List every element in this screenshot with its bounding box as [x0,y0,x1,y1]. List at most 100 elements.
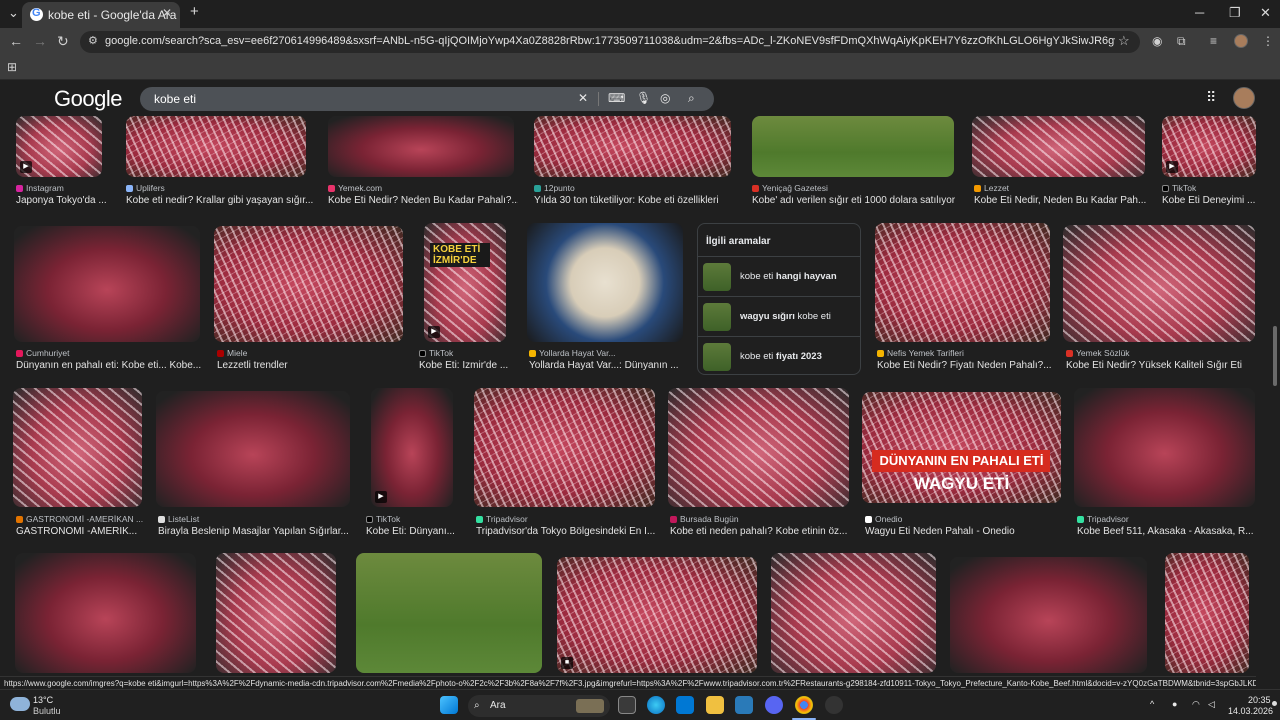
result-caption[interactable]: Yılda 30 ton tüketiliyor: Kobe eti özell… [534,195,734,206]
image-result[interactable] [771,553,936,673]
scrollbar-thumb[interactable] [1273,326,1277,386]
task-view-icon[interactable] [618,696,636,714]
search-box[interactable]: kobe eti ✕ ⌨ 🎙 ◎ ⌕ [140,87,714,111]
image-result[interactable] [156,391,350,507]
result-source[interactable]: Uplifers [126,183,165,193]
extension-icon[interactable]: ◉ [1152,34,1162,48]
forward-icon[interactable]: → [33,33,47,49]
result-source[interactable]: 12punto [534,183,575,193]
apps-grid-icon[interactable]: ⊞ [7,60,17,74]
clock-time[interactable]: 20:35 [1248,695,1271,705]
chevron-up-icon[interactable]: ^ [1150,699,1154,709]
result-source[interactable]: Miele [217,348,247,358]
reload-icon[interactable]: ↻ [57,33,69,50]
microphone-icon[interactable]: 🎙 [636,91,651,105]
teams-icon[interactable] [676,696,694,714]
image-result[interactable] [752,116,954,177]
result-caption[interactable]: Japonya Tokyo'da ... [16,195,116,206]
result-source[interactable]: Yemek Sözlük [1066,348,1130,358]
image-result[interactable] [527,223,683,342]
image-result[interactable] [972,116,1145,177]
image-result[interactable]: ▶ [371,388,453,507]
notification-icon[interactable] [1272,701,1277,706]
image-result[interactable] [875,223,1050,342]
result-caption[interactable]: Kobe Eti Deneyimi ... [1162,195,1258,206]
result-caption[interactable]: Kobe Eti: İzmir'de ... [419,360,511,371]
result-source[interactable]: TikTok [366,514,400,524]
edge-icon[interactable] [647,696,665,714]
minimize-icon[interactable]: ─ [1195,5,1204,20]
lens-icon[interactable]: ◎ [660,91,670,105]
window-close-icon[interactable]: ✕ [1260,5,1271,21]
result-caption[interactable]: Yollarda Hayat Var...: Dünyanın ... [529,360,685,371]
menu-kebab-icon[interactable]: ⋮ [1262,34,1274,48]
result-caption[interactable]: Kobe Beef 511, Akasaka - Akasaka, R... [1077,526,1255,537]
result-source[interactable]: Tripadvisor [476,514,528,524]
file-explorer-icon[interactable] [706,696,724,714]
google-logo[interactable]: Google [54,86,122,112]
image-result[interactable] [13,388,142,507]
image-result[interactable] [216,553,336,673]
result-source[interactable]: Yollarda Hayat Var... [529,348,616,358]
result-source[interactable]: GASTRONOMİ -AMERİKAN ... [16,514,143,524]
weather-desc[interactable]: Bulutlu [33,706,61,716]
image-result[interactable] [1074,388,1255,507]
result-source[interactable]: TikTok [419,348,453,358]
image-result[interactable] [1063,225,1255,342]
back-icon[interactable]: ← [9,33,23,49]
search-query[interactable]: kobe eti [154,92,196,106]
page-scrollbar[interactable] [1272,116,1278,676]
address-bar[interactable]: ⚙ google.com/search?sca_esv=ee6f27061499… [80,31,1140,53]
result-source[interactable]: Yemek.com [328,183,382,193]
result-caption[interactable]: Wagyu Eti Neden Pahalı - Onedio [865,526,1061,537]
related-search-item[interactable]: kobe eti hangi hayvan [698,256,860,296]
image-result[interactable] [14,226,200,342]
result-source[interactable]: Cumhuriyet [16,348,69,358]
result-caption[interactable]: Kobe Eti Nedir? Neden Bu Kadar Pahalı?..… [328,195,518,206]
image-result[interactable]: ■ [557,557,757,673]
result-source[interactable]: Nefis Yemek Tarifleri [877,348,964,358]
start-windows-icon[interactable] [440,696,458,714]
tab-search-icon[interactable]: ⌄ [8,5,19,21]
google-apps-icon[interactable]: ⠿ [1206,89,1216,106]
close-icon[interactable]: ✕ [162,6,172,20]
image-result[interactable]: KOBE ETİ İZMİR'DE ▶ [424,223,506,342]
wifi-icon[interactable]: ◠ [1192,699,1200,710]
image-result[interactable] [534,116,731,177]
image-result[interactable] [474,388,655,507]
image-result[interactable] [214,226,403,342]
taskbar-search[interactable]: ⌕ Ara [468,695,610,717]
result-caption[interactable]: Kobe eti nedir? Krallar gibi yaşayan sığ… [126,195,316,206]
related-search-item[interactable]: wagyu sığırı kobe eti [698,296,860,336]
result-caption[interactable]: Birayla Beslenip Masajlar Yapılan Sığırl… [158,526,352,537]
image-result[interactable] [1165,553,1249,673]
image-result[interactable] [668,388,849,507]
extensions-puzzle-icon[interactable]: ⧉ [1177,34,1186,49]
microphone-icon[interactable]: ● [1172,699,1177,709]
result-source[interactable]: Lezzet [974,183,1009,193]
result-caption[interactable]: Kobe eti neden pahalı? Kobe etinin öz... [670,526,850,537]
result-caption[interactable]: Kobe Eti Nedir? Fiyatı Neden Pahalı?... [877,360,1052,371]
tab-google-search[interactable]: kobe eti - Google'da Ara ✕ [22,2,180,28]
image-result[interactable]: DÜNYANIN EN PAHALI ETİ WAGYU ETİ [862,392,1061,503]
result-caption[interactable]: Tripadvisor'da Tokyo Bölgesindeki En İ..… [476,526,656,537]
search-icon[interactable]: ⌕ [688,91,695,106]
result-caption[interactable]: GASTRONOMİ -AMERİK... [16,526,144,537]
profile-avatar[interactable] [1234,34,1248,48]
image-result[interactable] [356,553,542,673]
keyboard-icon[interactable]: ⌨ [608,91,625,105]
result-source[interactable]: Onedio [865,514,902,524]
result-caption[interactable]: Lezzetli trendler [217,360,403,371]
result-caption[interactable]: Kobe Eti: Dünyanı... [366,526,456,537]
weather-temp[interactable]: 13°C [33,695,53,705]
result-source[interactable]: Instagram [16,183,64,193]
maximize-icon[interactable]: ❐ [1229,5,1241,21]
volume-icon[interactable]: ◁ [1208,699,1215,710]
image-result[interactable]: ▶ [1162,116,1256,177]
new-tab-icon[interactable]: + [190,3,199,20]
result-source[interactable]: TikTok [1162,183,1196,193]
app-icon[interactable] [825,696,843,714]
discord-icon[interactable] [765,696,783,714]
image-result[interactable]: ▶ [16,116,102,177]
result-caption[interactable]: Kobe Eti Nedir? Yüksek Kaliteli Sığır Et… [1066,360,1256,371]
